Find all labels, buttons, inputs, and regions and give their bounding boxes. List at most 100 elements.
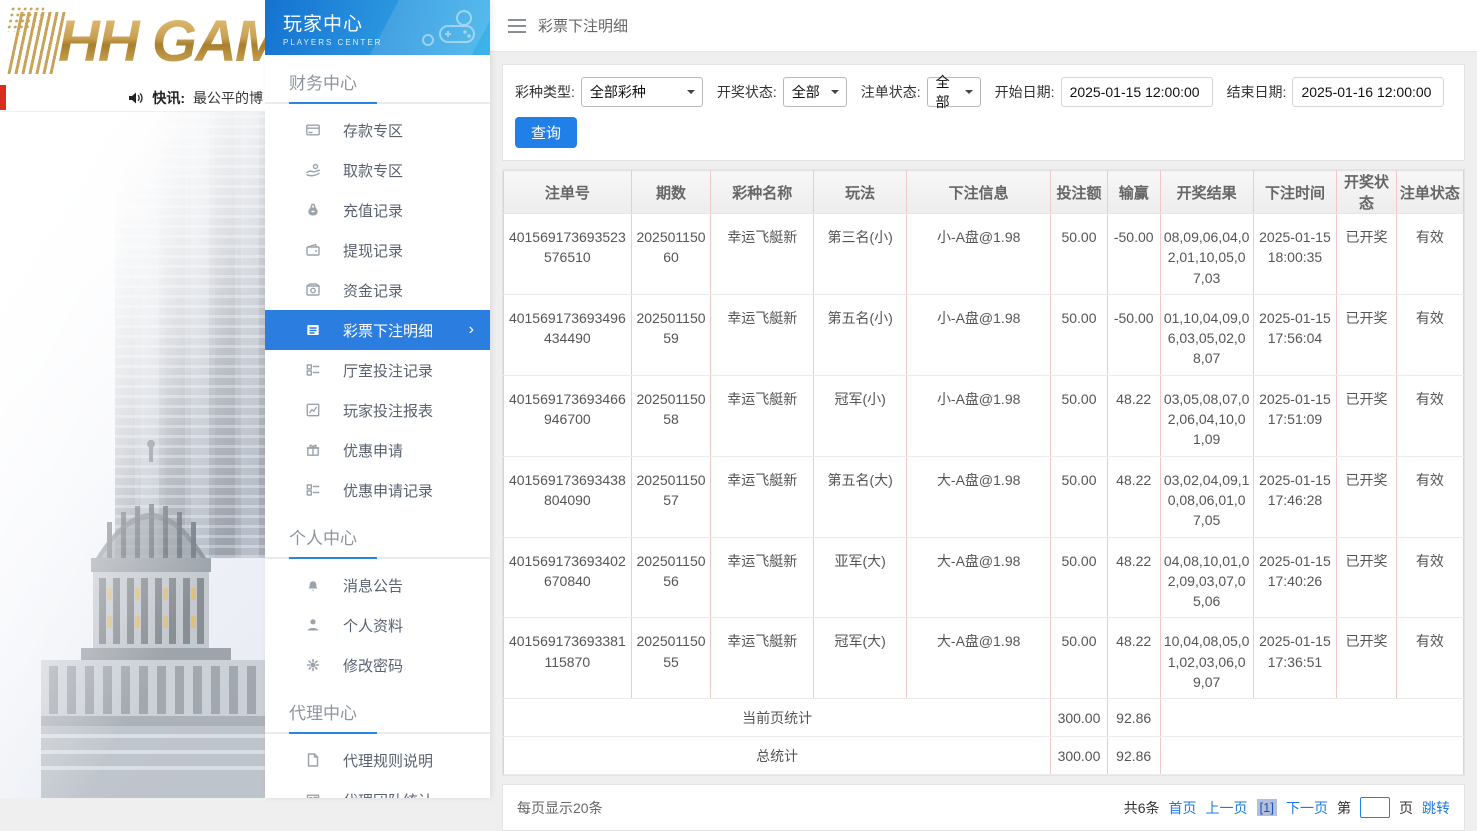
- menu-icon[interactable]: [508, 18, 526, 33]
- ticker-text: 最公平的博: [193, 90, 263, 106]
- bell-icon: [305, 577, 321, 593]
- sidebar-item-label: 彩票下注明细: [343, 322, 434, 340]
- cell-bet-time: 2025-01-15 17:51:09: [1252, 374, 1338, 457]
- draw-status-select[interactable]: 全部: [782, 77, 847, 107]
- start-date-input[interactable]: [1060, 77, 1213, 107]
- sidebar-item[interactable]: 玩家投注报表: [265, 390, 490, 430]
- sidebar: 玩家中心 PLAYERS CENTER 财务中心 存款专区 取款专区 充值记录 提现记录…: [265, 0, 490, 798]
- wallet-icon: [305, 242, 321, 258]
- sidebar-item[interactable]: 个人资料: [265, 605, 490, 645]
- sidebar-item[interactable]: 消息公告: [265, 565, 490, 605]
- table-row: 401569173693523576510 20250115060 幸运飞艇新 第三名…: [503, 213, 1465, 295]
- sidebar-item[interactable]: 充值记录: [265, 190, 490, 230]
- sidebar-item[interactable]: 提现记录: [265, 230, 490, 270]
- prev-page-link[interactable]: 上一页: [1206, 798, 1248, 818]
- jump-link[interactable]: 跳转: [1422, 798, 1450, 818]
- gear-icon: [305, 657, 321, 673]
- sidebar-section-title: 个人中心: [289, 529, 357, 548]
- gift-icon: [305, 442, 321, 458]
- chevron-right-icon: ›: [468, 321, 474, 338]
- cell-period: 20250115057: [630, 455, 712, 538]
- section-divider: [265, 732, 490, 734]
- page-size-label: 每页显示20条: [517, 799, 603, 816]
- column-header: 开奖结果: [1159, 170, 1254, 214]
- cell-order-no: 401569173693496434490: [503, 293, 632, 376]
- cell-lottery-name: 幸运飞艇新: [710, 213, 815, 295]
- sidebar-subtitle: PLAYERS CENTER: [283, 38, 383, 47]
- cell-play: 第五名(小): [813, 293, 908, 376]
- sidebar-item[interactable]: 彩票下注明细 ›: [265, 310, 490, 350]
- cell-bet-amount: 50.00: [1050, 455, 1108, 538]
- cell-bet-status: 有效: [1395, 455, 1465, 538]
- cell-period: 20250115056: [630, 536, 712, 619]
- cell-play: 亚军(大): [813, 536, 908, 619]
- cell-bet-time: 2025-01-15 17:40:26: [1252, 536, 1338, 619]
- sidebar-item-label: 资金记录: [343, 282, 404, 300]
- summary-label: 当前页统计: [502, 698, 1052, 738]
- sidebar-item[interactable]: 代理团队统计: [265, 780, 490, 798]
- cell-win-loss: -50.00: [1106, 213, 1161, 295]
- end-date-label: 结束日期:: [1226, 84, 1287, 100]
- total-count-label: 共6条: [1123, 799, 1160, 816]
- bets-table: 注单号 期数 彩种名称 玩法 下注信息 投注额 输赢 开奖结果 下注时间 开奖状态 注单状态 401…: [502, 170, 1465, 776]
- ticker-accent-bar: [0, 85, 6, 110]
- cell-play: 冠军(小): [813, 374, 908, 457]
- sidebar-item[interactable]: 厅室投注记录: [265, 350, 490, 390]
- column-header: 注单状态: [1395, 170, 1465, 214]
- cell-bet-time: 2025-01-15 17:36:51: [1252, 617, 1338, 700]
- next-page-link[interactable]: 下一页: [1286, 798, 1328, 818]
- page-title: 彩票下注明细: [538, 18, 629, 35]
- records-icon: [305, 362, 321, 378]
- cell-bet-time: 2025-01-15 17:46:28: [1252, 455, 1338, 538]
- summary-empty: [1159, 698, 1465, 738]
- end-date-input[interactable]: [1292, 77, 1445, 107]
- sidebar-item-label: 优惠申请: [343, 442, 404, 460]
- column-header: 输赢: [1106, 170, 1161, 214]
- topbar: 彩票下注明细: [490, 0, 1477, 52]
- sidebar-item[interactable]: 修改密码: [265, 645, 490, 685]
- cell-bet-status: 有效: [1395, 293, 1465, 376]
- column-header: 期数: [630, 170, 712, 214]
- query-button[interactable]: 查询: [515, 117, 578, 148]
- summary-win-loss: 92.86: [1106, 698, 1161, 738]
- cell-draw-status: 已开奖: [1336, 293, 1397, 376]
- column-header: 彩种名称: [710, 170, 815, 214]
- cell-order-no: 401569173693466946700: [503, 374, 632, 457]
- cell-win-loss: -50.00: [1106, 293, 1161, 376]
- sidebar-item-label: 取款专区: [343, 162, 404, 180]
- background-city-image: [0, 112, 265, 798]
- cell-order-no: 401569173693402670840: [503, 536, 632, 619]
- sidebar-item[interactable]: 优惠申请: [265, 430, 490, 470]
- cell-bet-time: 2025-01-15 18:00:35: [1252, 213, 1338, 295]
- cell-bet-amount: 50.00: [1050, 536, 1108, 619]
- sidebar-item[interactable]: 优惠申请记录: [265, 470, 490, 510]
- sidebar-item[interactable]: 存款专区: [265, 110, 490, 150]
- lottery-type-select[interactable]: 全部彩种: [580, 77, 703, 107]
- site-logo[interactable]: HH GAME: [0, 0, 265, 85]
- sidebar-item-label: 代理规则说明: [343, 752, 434, 770]
- cell-bet-status: 有效: [1395, 213, 1465, 295]
- cell-play: 第五名(大): [813, 455, 908, 538]
- brand-pane: HH GAME 快讯: 最公平的博: [0, 0, 265, 798]
- sidebar-item[interactable]: 资金记录: [265, 270, 490, 310]
- sidebar-title: 玩家中心: [283, 14, 364, 35]
- sidebar-item-label: 充值记录: [343, 202, 404, 220]
- cell-draw-result: 08,09,06,04,02,01,10,05,07,03: [1159, 213, 1254, 295]
- logo-text: HH GAME: [58, 8, 265, 75]
- sidebar-item[interactable]: 取款专区: [265, 150, 490, 190]
- section-divider: [265, 102, 490, 104]
- page-jump-input[interactable]: [1360, 797, 1390, 819]
- cell-bet-status: 有效: [1395, 617, 1465, 700]
- sidebar-item[interactable]: 代理规则说明: [265, 740, 490, 780]
- sidebar-item-label: 存款专区: [343, 122, 404, 140]
- user-icon: [305, 617, 321, 633]
- cell-draw-result: 03,02,04,09,10,08,06,01,07,05: [1159, 455, 1254, 538]
- cell-lottery-name: 幸运飞艇新: [710, 455, 815, 538]
- cell-play: 第三名(小): [813, 213, 908, 295]
- summary-row: 总统计 300.00 92.86: [502, 736, 1465, 776]
- bet-status-select[interactable]: 全部: [926, 74, 981, 110]
- column-header: 下注时间: [1252, 170, 1338, 214]
- cell-win-loss: 48.22: [1106, 617, 1161, 700]
- first-page-link[interactable]: 首页: [1169, 798, 1197, 818]
- sidebar-item-label: 个人资料: [343, 617, 404, 635]
